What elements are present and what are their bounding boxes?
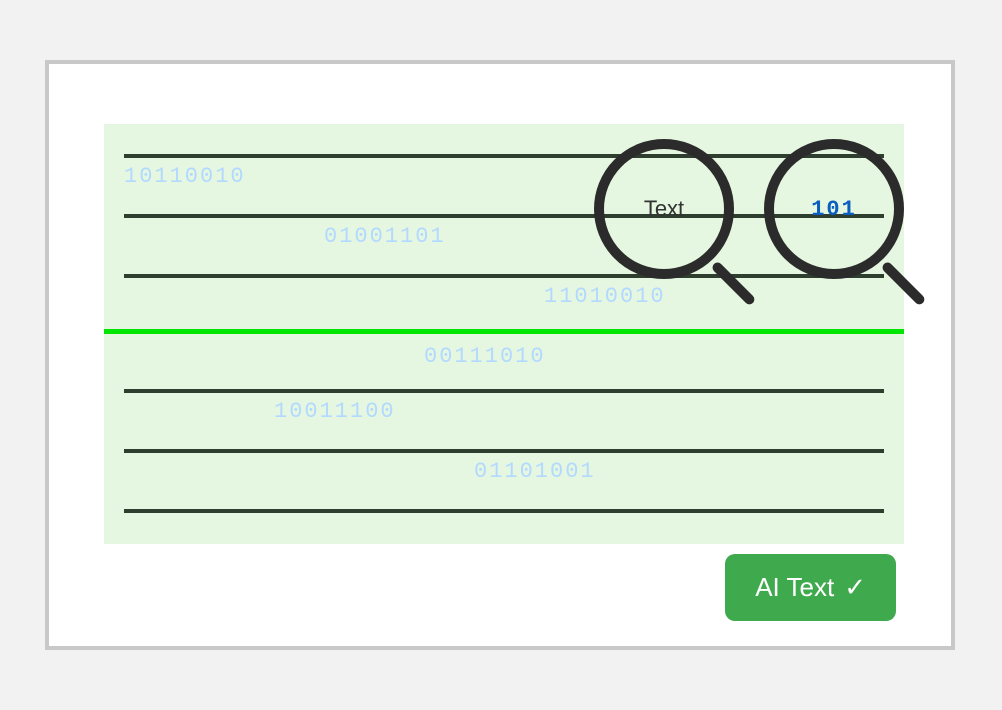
binary-pattern: 01001101: [324, 224, 446, 249]
scan-line: [104, 329, 904, 334]
magnifier-code-label: 101: [811, 197, 857, 222]
text-line: [124, 449, 884, 453]
binary-pattern: 01101001: [474, 459, 596, 484]
ai-text-button-label: AI Text: [755, 572, 834, 603]
magnifier-code-icon: 101: [764, 139, 914, 289]
ai-text-button[interactable]: AI Text ✓: [725, 554, 896, 621]
binary-pattern: 10110010: [124, 164, 246, 189]
binary-pattern: 00111010: [424, 344, 546, 369]
check-icon: ✓: [844, 572, 866, 603]
text-line: [124, 509, 884, 513]
magnifier-text-icon: Text: [594, 139, 744, 289]
binary-pattern: 10011100: [274, 399, 396, 424]
text-line: [124, 389, 884, 393]
magnifier-text-label: Text: [644, 196, 684, 222]
diagram-canvas: 10110010 01001101 11010010 00111010 1001…: [45, 60, 955, 650]
document-panel: 10110010 01001101 11010010 00111010 1001…: [104, 124, 904, 544]
